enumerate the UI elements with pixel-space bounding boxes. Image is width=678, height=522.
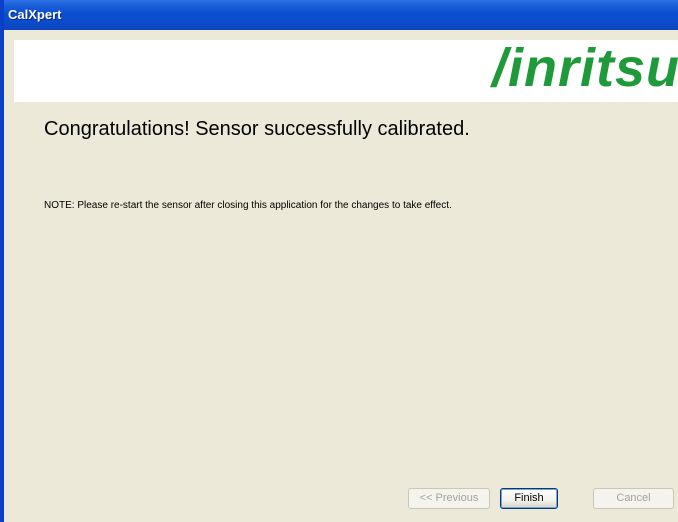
logo-wordmark: /inritsu [491,43,678,98]
anritsu-logo: /inritsu [490,43,678,99]
wizard-content-area [14,102,678,522]
previous-button[interactable]: << Previous [408,488,490,509]
restart-note: NOTE: Please re-start the sensor after c… [44,200,452,211]
title-bar[interactable]: CalXpert [4,0,678,30]
cancel-button[interactable]: Cancel [593,488,674,509]
finish-button[interactable]: Finish [500,488,558,509]
header-banner: /inritsu [14,40,678,102]
window-title: CalXpert [8,7,62,22]
success-heading: Congratulations! Sensor successfully cal… [44,118,470,140]
calxpert-window: CalXpert /inritsu Congratulations! Senso… [0,0,678,522]
